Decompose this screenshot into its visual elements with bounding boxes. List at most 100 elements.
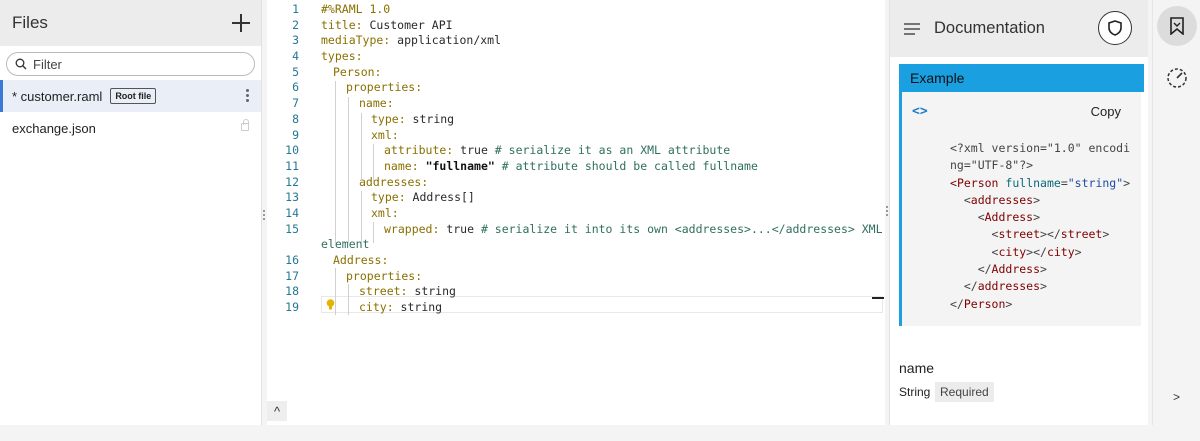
code-line: #%RAML 1.0 <box>321 2 391 16</box>
gauge-icon[interactable] <box>1165 66 1189 90</box>
bookmark-icon <box>1170 17 1184 35</box>
indent-guide <box>348 284 349 315</box>
files-header: Files <box>0 0 261 46</box>
code-key: wrapped: <box>384 221 440 236</box>
line-number: 17 <box>285 268 299 283</box>
line-number: 18 <box>285 284 299 299</box>
root-file-badge: Root file <box>110 88 157 104</box>
code-key: mediaType: <box>321 33 391 48</box>
code-comment: # attribute should be called fullname <box>494 158 758 173</box>
file-item-customer-raml[interactable]: * customer.raml Root file <box>0 80 261 112</box>
code-key: properties: <box>346 268 423 283</box>
xml-decl: <?xml version="1.0" encodi <box>950 141 1131 155</box>
indent-guide <box>335 268 336 315</box>
code-string: "fullname" <box>425 158 495 173</box>
property-name: name <box>899 360 935 376</box>
code-value: string <box>405 111 455 126</box>
file-item-exchange-json[interactable]: exchange.json <box>0 112 261 144</box>
xml-tag: Address <box>984 210 1034 225</box>
code-key: name: <box>384 158 419 173</box>
files-splitter-handle[interactable] <box>263 210 266 222</box>
code-lines: 1 #%RAML 1.0 2 title: Customer API 3 mediaT… <box>267 2 885 316</box>
documentation-header: Documentation <box>890 0 1148 57</box>
line-number: 6 <box>292 80 299 95</box>
code-key: properties: <box>346 80 423 95</box>
code-value: true <box>439 221 481 236</box>
xml-tag: Person <box>963 296 1006 311</box>
line-number: 9 <box>292 127 299 142</box>
xml-tag: street <box>1060 227 1103 242</box>
line-number: 12 <box>285 174 299 189</box>
shield-icon <box>1108 20 1122 36</box>
xml-decl: ng="UTF-8"?> <box>950 158 1034 173</box>
code-key: addresses: <box>359 174 429 189</box>
xml-tag: Person <box>956 175 999 190</box>
xml-attr-value: "string" <box>1067 175 1124 190</box>
code-key: city: <box>359 300 394 315</box>
code-key: Person: <box>333 64 382 79</box>
line-number: 11 <box>285 158 299 173</box>
code-key: xml: <box>371 127 399 142</box>
more-options-icon[interactable] <box>246 89 249 103</box>
line-number: 14 <box>285 205 299 220</box>
collapse-panel-button[interactable]: ^ <box>267 401 287 421</box>
xml-example: <?xml version="1.0" encodi ng="UTF-8"?> … <box>950 141 1131 311</box>
expand-arrow-icon[interactable]: > <box>1173 390 1180 404</box>
code-comment: # serialize it into its own <addresses>.… <box>480 221 883 236</box>
file-name: exchange.json <box>12 120 96 136</box>
line-number: 7 <box>292 96 299 111</box>
xml-attr: fullname <box>1005 175 1061 190</box>
example-header: Example <box>899 64 1144 92</box>
documentation-panel: Documentation Example <> Copy <?xml vers… <box>889 0 1148 425</box>
lightbulb-icon[interactable] <box>326 299 335 310</box>
documentation-toggle-button[interactable] <box>1157 6 1197 46</box>
line-number: 2 <box>292 17 299 32</box>
code-toggle-icon[interactable]: <> <box>912 104 928 119</box>
filter-box[interactable] <box>6 52 255 76</box>
filter-input[interactable] <box>33 56 233 72</box>
code-value: Address[] <box>405 190 475 205</box>
files-panel: Files * customer.raml Root file exchange… <box>0 0 262 425</box>
overview-ruler-mark <box>872 297 884 299</box>
code-key: type: <box>371 190 406 205</box>
line-number: 4 <box>292 49 299 64</box>
xml-tag: Address <box>991 262 1041 277</box>
shield-button[interactable] <box>1098 11 1132 45</box>
line-number: 8 <box>292 111 299 126</box>
code-value: string <box>393 300 443 315</box>
indent-guide <box>361 113 362 181</box>
line-number: 16 <box>285 253 299 267</box>
xml-tag: addresses <box>970 192 1034 207</box>
code-key: name: <box>359 96 394 111</box>
indent-guide <box>335 81 336 243</box>
code-value: Customer API <box>362 17 453 32</box>
indent-guide <box>348 97 349 243</box>
menu-icon[interactable] <box>904 22 920 36</box>
line-number: 3 <box>292 33 299 48</box>
copy-button[interactable]: Copy <box>1091 104 1121 119</box>
code-key: street: <box>359 284 408 299</box>
code-key: title: <box>321 17 363 32</box>
code-value: true <box>453 143 495 158</box>
code-editor[interactable]: 1 #%RAML 1.0 2 title: Customer API 3 mediaT… <box>267 0 885 425</box>
file-name: * customer.raml <box>12 88 103 104</box>
add-file-icon[interactable] <box>231 13 251 33</box>
xml-tag: city <box>998 244 1027 259</box>
indent-guide <box>361 191 362 243</box>
code-key: xml: <box>371 205 399 220</box>
indent-guide <box>373 144 374 181</box>
line-number: 5 <box>292 64 299 79</box>
code-key: type: <box>371 111 406 126</box>
code-key: attribute: <box>384 143 454 158</box>
code-comment: # serialize it as an XML attribute <box>494 143 731 158</box>
indent-guide <box>373 222 374 243</box>
code-key: types: <box>321 49 363 64</box>
code-comment-wrap: element <box>321 237 370 252</box>
line-number: 13 <box>285 190 299 205</box>
documentation-title: Documentation <box>934 19 1045 37</box>
line-number: 10 <box>285 143 299 158</box>
line-number: 19 <box>285 300 299 315</box>
required-badge: Required <box>935 382 994 402</box>
line-number: 15 <box>285 221 299 236</box>
code-key: Address: <box>333 253 389 267</box>
